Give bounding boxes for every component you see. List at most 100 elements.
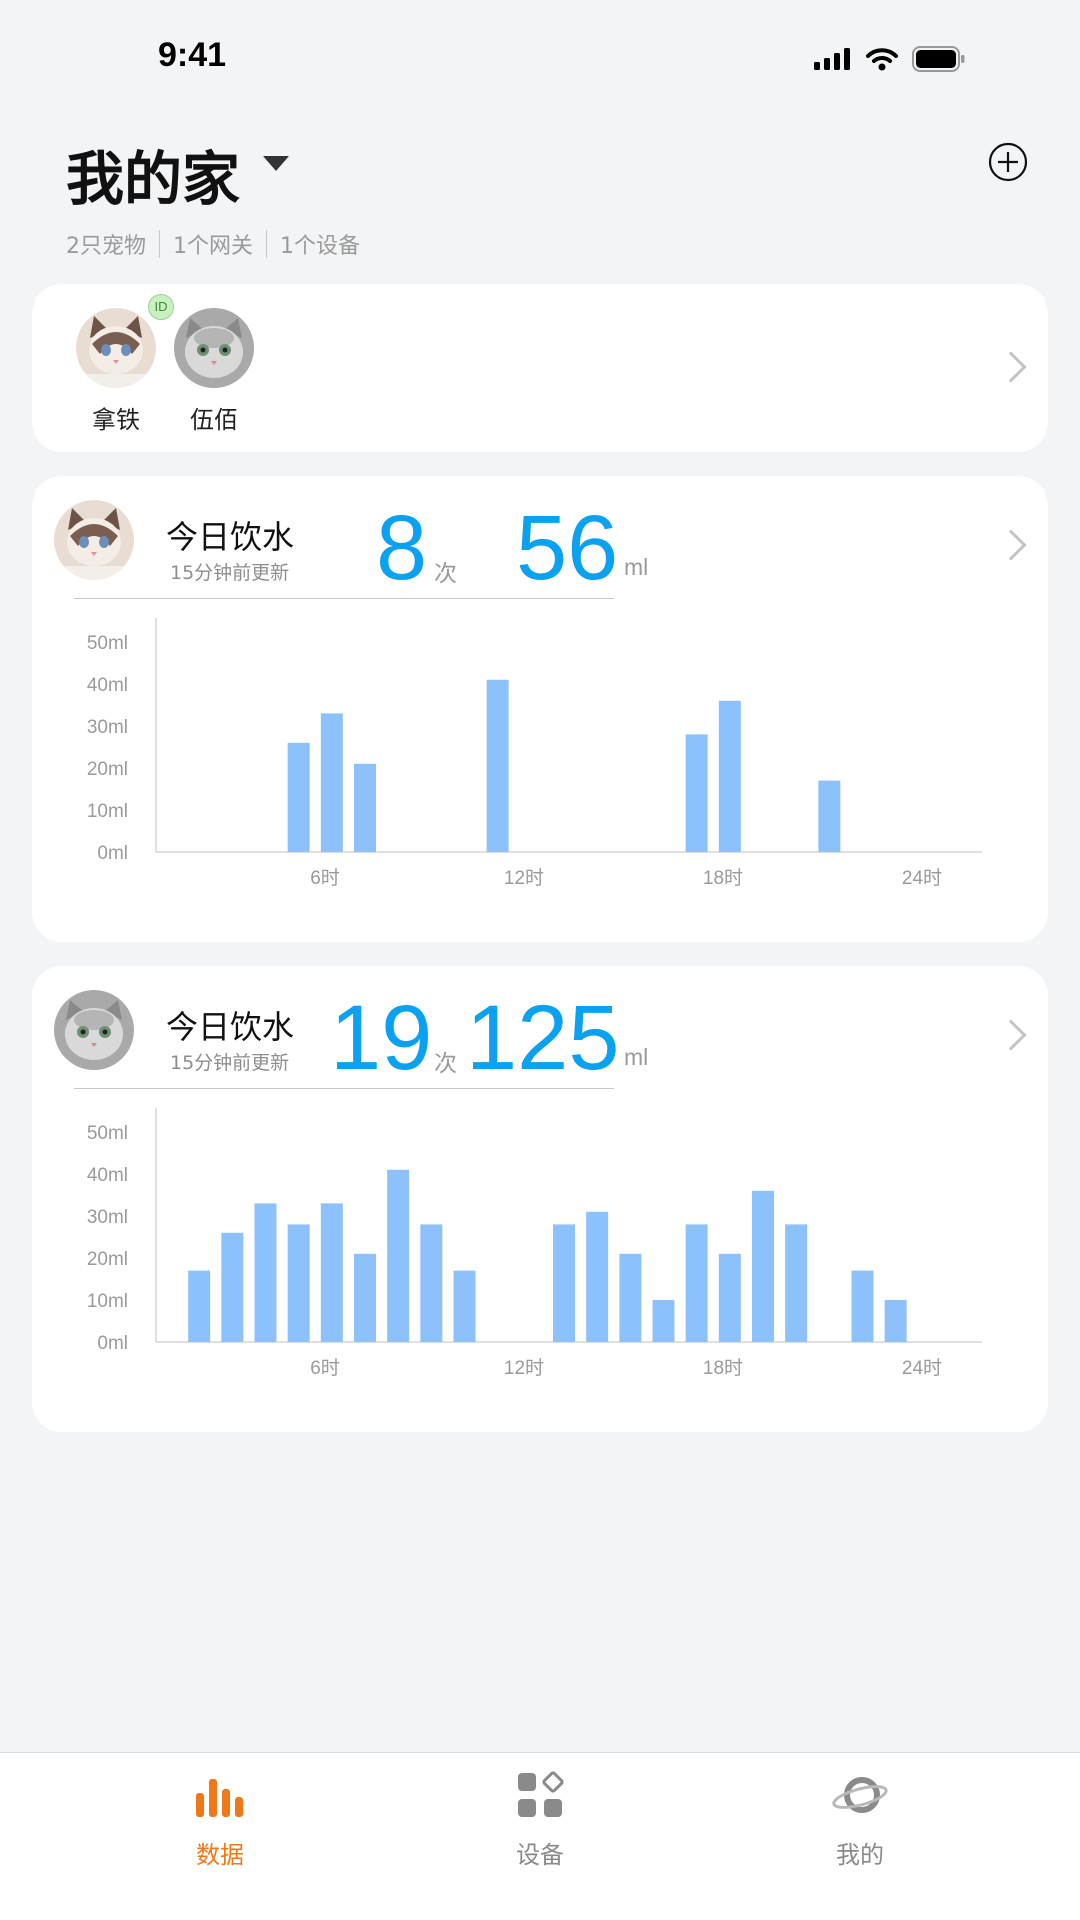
chart-bar <box>685 1224 708 1342</box>
chart-bar <box>387 1169 410 1342</box>
chart-bar <box>354 1253 376 1342</box>
pet-avatar-latte <box>76 308 156 388</box>
x-tick-label: 6时 <box>310 867 340 889</box>
divider <box>74 598 614 599</box>
y-tick-label: 40ml <box>87 1165 128 1186</box>
drink-chart-latte: 0ml 10ml 20ml 30ml 40ml 50ml 6时 12时 18时 24时 <box>87 618 982 889</box>
tab-label: 数据 <box>196 1841 244 1869</box>
status-time: 9:41 <box>158 36 227 74</box>
pet-name-latte: 拿铁 <box>92 406 140 434</box>
device-count: 1个设备 <box>280 234 360 259</box>
pet-item-latte[interactable]: 拿铁 <box>66 308 166 435</box>
chart-bar <box>652 1300 675 1342</box>
chart-bar <box>884 1300 907 1342</box>
y-tick-label: 30ml <box>87 1207 128 1228</box>
tab-bar: 数据 设备 我的 <box>0 1752 1080 1920</box>
chart-bar <box>685 734 708 852</box>
battery-icon <box>912 46 965 72</box>
planet-icon <box>832 1777 888 1813</box>
volume-unit: ml <box>624 1044 649 1070</box>
pet-avatar-latte <box>54 500 134 580</box>
x-tick-label: 12时 <box>504 1357 544 1379</box>
drink-chart-wubai: 0ml 10ml 20ml 30ml 40ml 50ml 6时 12时 18时 24时 <box>87 1108 982 1379</box>
signal-icon <box>814 48 850 70</box>
drink-volume: 125 <box>466 987 620 1089</box>
add-button[interactable] <box>988 142 1028 182</box>
status-bar: 9:41 <box>0 0 1080 110</box>
chart-bar <box>320 713 343 852</box>
chart-bar <box>752 1190 774 1342</box>
pet-name-wubai: 伍佰 <box>190 406 238 434</box>
chart-bar <box>420 1224 443 1342</box>
tab-label: 设备 <box>516 1841 564 1869</box>
chart-bar <box>718 700 741 852</box>
y-tick-label: 20ml <box>87 1249 128 1270</box>
x-tick-label: 6时 <box>310 1357 340 1379</box>
home-summary: 2只宠物 1个网关 1个设备 <box>66 228 360 260</box>
tab-data[interactable]: 数据 <box>150 1767 290 1870</box>
x-tick-label: 24时 <box>902 867 942 889</box>
chart-bar <box>254 1203 277 1342</box>
y-tick-label: 0ml <box>97 843 128 864</box>
tab-label: 我的 <box>836 1841 884 1869</box>
chevron-right-icon[interactable] <box>995 529 1027 561</box>
y-tick-label: 30ml <box>87 717 128 738</box>
chart-bar <box>453 1270 476 1342</box>
pet-count: 2只宠物 <box>66 234 146 259</box>
bar-chart-icon <box>196 1779 243 1817</box>
drink-title: 今日饮水 <box>166 518 295 556</box>
chart-bar <box>221 1232 244 1342</box>
chart-bar <box>287 742 310 852</box>
y-tick-label: 20ml <box>87 759 128 780</box>
divider <box>74 1088 614 1089</box>
pet-avatar-wubai <box>174 308 254 388</box>
chart-bar <box>188 1270 211 1342</box>
chart-bar <box>718 1253 741 1342</box>
y-tick-label: 10ml <box>87 1291 128 1312</box>
chart-bar <box>586 1211 609 1342</box>
chart-bar <box>354 763 376 852</box>
chevron-right-icon[interactable] <box>995 1019 1027 1051</box>
tab-devices[interactable]: 设备 <box>470 1767 610 1870</box>
drink-count: 19 <box>330 987 433 1089</box>
drink-count: 8 <box>376 497 428 599</box>
pets-card[interactable]: 拿铁 ID 伍佰 <box>32 284 1048 452</box>
y-tick-label: 50ml <box>87 633 128 654</box>
chart-bar <box>851 1270 874 1342</box>
drink-volume: 56 <box>516 497 619 599</box>
drink-card-wubai[interactable]: 今日饮水 15分钟前更新 19 次 125 ml 0ml 10ml 20ml 30ml… <box>32 966 1048 1432</box>
divider <box>159 230 160 258</box>
volume-unit: ml <box>624 554 649 580</box>
gateway-count: 1个网关 <box>173 234 253 259</box>
y-tick-label: 50ml <box>87 1123 128 1144</box>
wifi-icon <box>866 48 898 71</box>
pet-item-wubai[interactable]: 伍佰 <box>164 308 264 435</box>
count-unit: 次 <box>434 561 457 587</box>
y-tick-label: 0ml <box>97 1333 128 1354</box>
chart-bar <box>486 679 509 852</box>
chart-bar <box>619 1253 642 1342</box>
chart-bar <box>320 1203 343 1342</box>
y-tick-label: 10ml <box>87 801 128 822</box>
chart-bar <box>287 1224 310 1342</box>
x-tick-label: 18时 <box>703 1357 743 1379</box>
count-unit: 次 <box>434 1051 457 1077</box>
dropdown-caret-icon[interactable] <box>263 156 289 171</box>
x-tick-label: 18时 <box>703 867 743 889</box>
drink-card-latte[interactable]: 今日饮水 15分钟前更新 8 次 56 ml 0ml 10ml 20ml 30ml 40… <box>32 476 1048 942</box>
header: 我的家 2只宠物 1个网关 1个设备 <box>0 120 1080 270</box>
x-tick-label: 24时 <box>902 1357 942 1379</box>
devices-icon <box>518 1771 564 1817</box>
drink-title: 今日饮水 <box>166 1008 295 1046</box>
tab-profile[interactable]: 我的 <box>790 1767 930 1870</box>
chart-bar <box>785 1224 808 1342</box>
chart-bar <box>818 780 841 852</box>
chart-bar <box>553 1224 575 1342</box>
divider <box>266 230 267 258</box>
home-title[interactable]: 我的家 <box>66 132 240 216</box>
pet-avatar-wubai <box>54 990 134 1070</box>
y-tick-label: 40ml <box>87 675 128 696</box>
updated-time: 15分钟前更新 <box>170 562 290 584</box>
status-icons <box>814 46 966 72</box>
chevron-right-icon[interactable] <box>995 351 1027 383</box>
